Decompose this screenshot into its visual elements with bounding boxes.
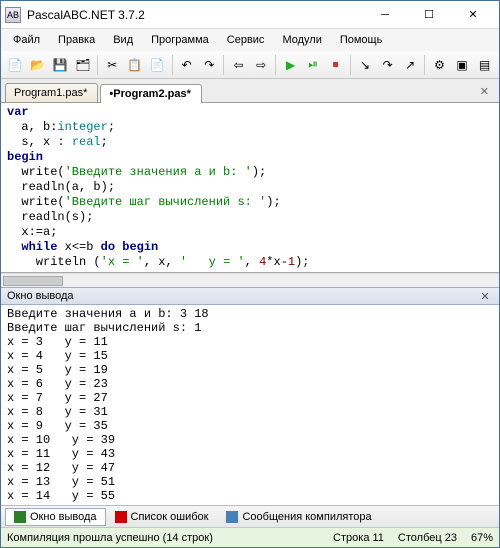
step-into-icon[interactable]: ↘ — [355, 54, 376, 76]
save-icon[interactable]: 💾 — [50, 54, 71, 76]
minimize-button[interactable]: ─ — [363, 2, 407, 28]
stop-icon[interactable]: ⏹ — [325, 54, 346, 76]
tab-dot-icon — [14, 511, 26, 523]
titlebar: AB PascalABC.NET 3.7.2 ─ ☐ ✕ — [1, 1, 499, 29]
bottom-tab[interactable]: Сообщения компилятора — [217, 508, 380, 526]
output-panel[interactable]: Введите значения a и b: 3 18 Введите шаг… — [1, 305, 499, 505]
editor-tabs: Program1.pas*•Program2.pas* ✕ — [1, 79, 499, 103]
app-window: AB PascalABC.NET 3.7.2 ─ ☐ ✕ ФайлПравкаВ… — [0, 0, 500, 548]
save-all-icon[interactable]: 🗂 — [73, 54, 94, 76]
tab-close-icon[interactable]: ✕ — [474, 81, 495, 102]
new-file-icon[interactable]: 📄 — [5, 54, 26, 76]
status-line: Строка 11 — [333, 532, 384, 544]
bottom-tab-label: Список ошибок — [131, 511, 209, 523]
menu-правка[interactable]: Правка — [50, 32, 103, 48]
editor-hscroll[interactable] — [1, 273, 499, 287]
copy-icon[interactable]: 📋 — [125, 54, 146, 76]
build-icon[interactable]: ▣ — [452, 54, 473, 76]
menu-файл[interactable]: Файл — [5, 32, 48, 48]
cut-icon[interactable]: ✂ — [102, 54, 123, 76]
options-icon[interactable]: ▤ — [474, 54, 495, 76]
status-col: Столбец 23 — [398, 532, 457, 544]
status-zoom: 67% — [471, 532, 493, 544]
menu-сервис[interactable]: Сервис — [219, 32, 273, 48]
tab-dot-icon — [115, 511, 127, 523]
open-file-icon[interactable]: 📂 — [28, 54, 49, 76]
bottom-tab[interactable]: Окно вывода — [5, 508, 106, 526]
output-title: Окно вывода — [7, 290, 74, 302]
app-icon: AB — [5, 7, 21, 23]
menu-помощь[interactable]: Помощь — [332, 32, 391, 48]
menu-вид[interactable]: Вид — [105, 32, 141, 48]
step-over-icon[interactable]: ↷ — [377, 54, 398, 76]
step-out-icon[interactable]: ↗ — [400, 54, 421, 76]
status-bar: Компиляция прошла успешно (14 строк) Стр… — [1, 527, 499, 547]
output-close-icon[interactable]: ✕ — [477, 290, 493, 303]
editor-tab[interactable]: Program1.pas* — [5, 83, 98, 102]
window-controls: ─ ☐ ✕ — [363, 2, 495, 28]
editor-tab[interactable]: •Program2.pas* — [100, 84, 202, 103]
window-title: PascalABC.NET 3.7.2 — [27, 8, 363, 22]
close-button[interactable]: ✕ — [451, 2, 495, 28]
bottom-tabs: Окно вывода Список ошибок Сообщения компил… — [1, 505, 499, 527]
menu-модули[interactable]: Модули — [274, 32, 329, 48]
bottom-tab-label: Сообщения компилятора — [242, 511, 371, 523]
code-editor[interactable]: var a, b:integer; s, x : real; begin wri… — [1, 103, 499, 273]
nav-fwd-icon[interactable]: ⇨ — [251, 54, 272, 76]
paste-icon[interactable]: 📄 — [147, 54, 168, 76]
status-message: Компиляция прошла успешно (14 строк) — [7, 532, 213, 544]
run-icon[interactable]: ▶ — [280, 54, 301, 76]
menubar: ФайлПравкаВидПрограммаСервисМодулиПомощь — [1, 29, 499, 51]
maximize-button[interactable]: ☐ — [407, 2, 451, 28]
toolbar: 📄 📂 💾 🗂 ✂ 📋 📄 ↶ ↷ ⇦ ⇨ ▶ ⏯ ⏹ ↘ ↷ ↗ ⚙ ▣ ▤ — [1, 51, 499, 79]
menu-программа[interactable]: Программа — [143, 32, 217, 48]
undo-icon[interactable]: ↶ — [176, 54, 197, 76]
output-panel-header: Окно вывода ✕ — [1, 287, 499, 305]
tab-dot-icon — [226, 511, 238, 523]
step-icon[interactable]: ⏯ — [303, 54, 324, 76]
compile-icon[interactable]: ⚙ — [429, 54, 450, 76]
bottom-tab-label: Окно вывода — [30, 511, 97, 523]
redo-icon[interactable]: ↷ — [199, 54, 220, 76]
bottom-tab[interactable]: Список ошибок — [106, 508, 218, 526]
nav-back-icon[interactable]: ⇦ — [228, 54, 249, 76]
